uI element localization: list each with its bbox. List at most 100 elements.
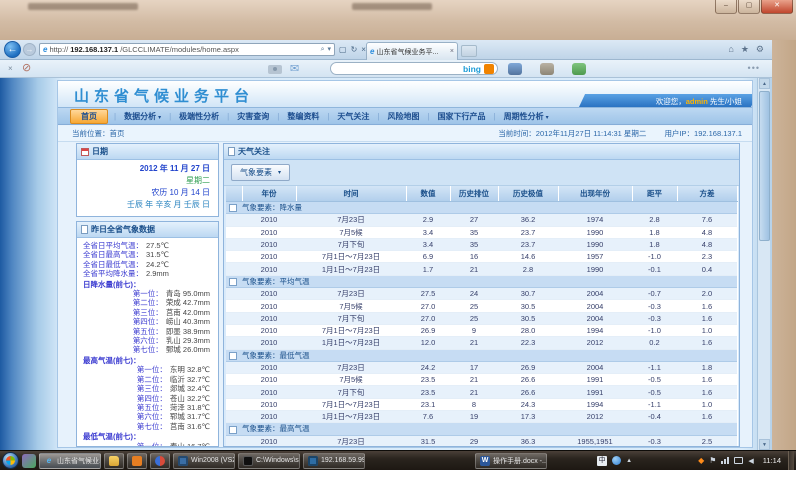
toolbar-addon-icon[interactable] (508, 63, 522, 75)
browser-tab[interactable]: e 山东省气候业务平... × (366, 42, 458, 60)
update-icon[interactable] (612, 456, 621, 465)
nav-item-0[interactable]: 首页 (70, 109, 108, 124)
action-center-flag-icon[interactable]: ⚑ (709, 456, 716, 465)
pinned-app-icon[interactable] (22, 454, 36, 468)
forward-button[interactable]: → (23, 43, 36, 56)
nav-item-1[interactable]: 数据分析▾ (116, 111, 169, 122)
table-row[interactable]: 20107月1日～7月23日23.1824.31994-1.11.0 (226, 398, 737, 410)
toolbar-addon-icon[interactable] (572, 63, 586, 75)
vertical-scrollbar[interactable]: ▲ ▼ (757, 78, 770, 450)
taskbar-window-button-4[interactable]: Win2008 (VS2... (173, 453, 235, 469)
table-group-row[interactable]: 气象要素：降水量 (226, 202, 737, 214)
toolbar-search-input[interactable]: bing (330, 62, 498, 75)
refresh-icon[interactable]: ↻ (351, 45, 358, 54)
table-row[interactable]: 20107月5候27.02530.52004-0.31.6 (226, 300, 737, 312)
close-button[interactable]: ✕ (761, 0, 793, 14)
back-button[interactable]: ← (4, 41, 21, 58)
table-cell: 21 (450, 386, 498, 398)
table-group-row[interactable]: 气象要素：最低气温 (226, 349, 737, 361)
row-lead-cell (226, 300, 242, 312)
network-icon[interactable] (721, 457, 729, 464)
table-row[interactable]: 20107月5候23.52126.61991-0.51.6 (226, 374, 737, 386)
search-icon[interactable]: ⌕ (321, 44, 325, 56)
search-provider-icon[interactable] (484, 64, 494, 74)
browser-navigation-bar: ← → e http://192.168.137.1/GLCCLIMATE/mo… (0, 40, 772, 60)
nav-item-8[interactable]: 周期性分析▾ (496, 111, 557, 122)
scroll-up-icon[interactable]: ▲ (759, 78, 770, 89)
nav-item-3[interactable]: 灾害查询 (229, 111, 277, 122)
expand-box-icon[interactable] (229, 352, 237, 360)
nav-item-5[interactable]: 天气关注 (329, 111, 377, 122)
expand-box-icon[interactable] (229, 426, 237, 434)
group-expand-cell[interactable] (226, 423, 242, 435)
table-row[interactable]: 20107月1日～7月23日26.9928.01994-1.01.0 (226, 324, 737, 336)
snapshot-icon[interactable] (268, 65, 282, 74)
taskbar-window-button-3[interactable] (150, 453, 170, 469)
taskbar-window-button-1[interactable] (104, 453, 124, 469)
document-icon (81, 225, 88, 234)
table-group-row[interactable]: 气象要素：最高气温 (226, 423, 737, 435)
volume-icon[interactable]: ◀ (748, 457, 753, 465)
table-row[interactable]: 20107月23日31.52936.31955,1951-0.32.5 (226, 435, 737, 447)
hidden-icons-arrow[interactable]: ▲ (626, 458, 632, 464)
chevron-down-icon[interactable]: ▾ (327, 44, 331, 56)
minimize-button[interactable]: – (715, 0, 737, 14)
nav-item-4[interactable]: 整编资料 (279, 111, 327, 122)
nav-item-7[interactable]: 国家下行产品 (430, 111, 494, 122)
taskbar-window-button-2[interactable] (127, 453, 147, 469)
taskbar-window-button-5[interactable]: C:\Windows\s... (238, 453, 300, 469)
table-row[interactable]: 20107月23日2.92736.219742.87.6 (226, 214, 737, 226)
home-icon[interactable]: ⌂ (728, 44, 733, 55)
table-row[interactable]: 20107月下旬27.02530.52004-0.31.6 (226, 312, 737, 324)
taskbar-window-button-6[interactable]: 192.168.59.99... (303, 453, 365, 469)
document-icon (228, 147, 235, 156)
scroll-down-icon[interactable]: ▼ (759, 439, 770, 450)
table-row[interactable]: 20107月下旬23.52126.61991-0.51.6 (226, 386, 737, 398)
table-row[interactable]: 20107月23日24.21726.92004-1.11.8 (226, 361, 737, 373)
more-icon[interactable]: ••• (748, 63, 760, 73)
show-desktop-button[interactable] (788, 451, 794, 471)
element-filter-button[interactable]: 气象要素 ▾ (231, 164, 290, 181)
table-cell: 6.9 (406, 251, 450, 263)
new-tab-button[interactable] (461, 45, 477, 57)
table-row[interactable]: 20101月1日～7月23日12.02122.320120.21.6 (226, 337, 737, 349)
flame-app-icon[interactable]: ◆ (698, 456, 704, 465)
table-row[interactable]: 20107月下旬3.43523.719901.84.8 (226, 238, 737, 250)
scrollbar-thumb[interactable] (759, 91, 770, 241)
ime-indicator[interactable]: 中 (597, 456, 607, 466)
close-toolbar-icon[interactable]: × (8, 64, 13, 73)
table-row[interactable]: 20101月1日～7月23日1.7212.81990-0.10.4 (226, 263, 737, 275)
group-expand-cell[interactable] (226, 349, 242, 361)
table-row[interactable]: 20101月1日～7月23日7.61917.32012-0.41.6 (226, 411, 737, 423)
compatibility-icon[interactable]: ▢ (339, 45, 347, 54)
nav-item-6[interactable]: 风险地图 (379, 111, 427, 122)
rank-value: 鄄城 26.0mm (166, 345, 210, 354)
row-lead-cell (226, 214, 242, 226)
tab-close-icon[interactable]: × (450, 48, 454, 55)
rank-row: 第六位：郓城 31.7℃ (83, 412, 212, 421)
display-icon[interactable] (734, 457, 743, 464)
favorites-star-icon[interactable]: ★ (741, 44, 749, 55)
mail-icon[interactable]: ✉ (290, 62, 299, 75)
taskbar-clock[interactable]: 11:14 (759, 456, 785, 465)
start-button[interactable] (2, 452, 19, 469)
group-expand-cell[interactable] (226, 275, 242, 287)
maximize-button[interactable]: ▢ (738, 0, 760, 14)
table-header-cell: 方差 (677, 186, 737, 202)
table-row[interactable]: 20107月1日～7月23日6.91614.61957-1.02.3 (226, 251, 737, 263)
table-row[interactable]: 20107月23日27.52430.72004-0.72.0 (226, 288, 737, 300)
group-expand-cell[interactable] (226, 202, 242, 214)
tools-gear-icon[interactable]: ⚙ (756, 44, 764, 55)
blocker-icon[interactable]: ⊘ (22, 61, 31, 74)
address-bar[interactable]: e http://192.168.137.1/GLCCLIMATE/module… (39, 43, 335, 56)
yesterday-weather-panel: 昨日全省气象数据 全省日平均气温：27.5℃全省日最高气温：31.5℃全省日最低… (76, 221, 219, 447)
expand-box-icon[interactable] (229, 204, 237, 212)
expand-box-icon[interactable] (229, 278, 237, 286)
taskbar-window-button-0[interactable]: e山东省气候业... (39, 453, 101, 469)
table-group-row[interactable]: 气象要素：平均气温 (226, 275, 737, 287)
taskbar-window-button-7[interactable]: W操作手册.docx -... (475, 453, 547, 469)
toolbar-addon-icon[interactable] (540, 63, 554, 75)
nav-item-2[interactable]: 极端性分析 (171, 111, 227, 122)
rank-position: 第一位： (133, 289, 163, 298)
table-row[interactable]: 20107月5候3.43523.719901.84.8 (226, 226, 737, 238)
